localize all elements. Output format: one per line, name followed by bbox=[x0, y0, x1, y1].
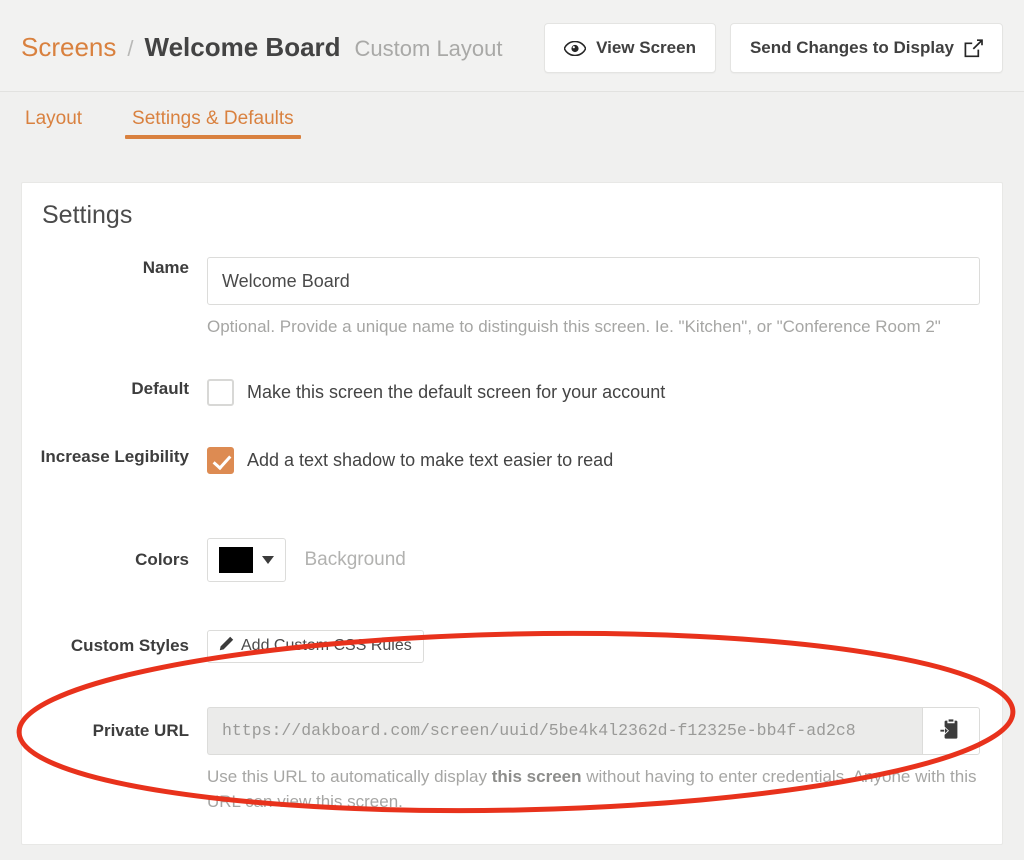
breadcrumb-link-screens[interactable]: Screens bbox=[21, 32, 116, 63]
breadcrumb: Screens / Welcome Board Custom Layout bbox=[21, 32, 503, 63]
form-row-colors: Colors Background bbox=[22, 537, 1002, 582]
send-changes-button[interactable]: Send Changes to Display bbox=[729, 23, 1003, 73]
page-header: Screens / Welcome Board Custom Layout Vi… bbox=[0, 0, 1024, 92]
colors-caption: Background bbox=[304, 548, 406, 570]
add-custom-css-rules-button[interactable]: Add Custom CSS Rules bbox=[207, 629, 424, 663]
view-screen-label: View Screen bbox=[596, 38, 696, 57]
pencil-icon bbox=[219, 636, 234, 656]
header-actions: View Screen Send Changes to Display bbox=[544, 23, 1003, 73]
tab-settings-and-defaults-label: Settings & Defaults bbox=[132, 108, 294, 129]
tab-layout-label: Layout bbox=[25, 108, 83, 129]
view-screen-button[interactable]: View Screen bbox=[544, 23, 716, 73]
form-row-custom-styles: Custom Styles Add Custom CSS Rules bbox=[22, 629, 1002, 663]
private-url-helper-part1: Use this URL to automatically display bbox=[207, 766, 492, 786]
settings-form: Name Optional. Provide a unique name to … bbox=[22, 257, 1002, 815]
page-title: Welcome Board bbox=[144, 32, 341, 62]
form-row-name: Name Optional. Provide a unique name to … bbox=[22, 257, 1002, 340]
external-link-icon bbox=[964, 38, 983, 58]
copy-to-clipboard-button[interactable] bbox=[922, 706, 980, 755]
default-checkbox[interactable] bbox=[207, 378, 234, 406]
background-color-picker[interactable] bbox=[207, 537, 286, 582]
default-checkbox-label: Make this screen the default screen for … bbox=[247, 381, 666, 402]
page-subtitle: Custom Layout bbox=[354, 36, 503, 61]
form-row-default: Default Make this screen the default scr… bbox=[22, 378, 1002, 407]
form-row-private-url: Private URL https://dakboard.com/screen/… bbox=[22, 706, 1002, 815]
name-label: Name bbox=[142, 258, 189, 277]
add-custom-css-rules-label: Add Custom CSS Rules bbox=[241, 637, 412, 654]
private-url-helper-bold: this screen bbox=[491, 766, 582, 786]
colors-label: Colors bbox=[135, 549, 189, 569]
increase-legibility-checkbox[interactable] bbox=[207, 446, 234, 474]
send-changes-label: Send Changes to Display bbox=[749, 38, 954, 57]
clipboard-icon bbox=[939, 717, 963, 744]
settings-card: Settings Name Optional. Provide a unique… bbox=[21, 182, 1003, 845]
tab-settings-and-defaults[interactable]: Settings & Defaults bbox=[125, 92, 301, 142]
eye-icon bbox=[564, 40, 587, 56]
increase-legibility-label: Increase Legibility bbox=[40, 446, 189, 466]
private-url-helper-text: Use this URL to automatically display th… bbox=[207, 764, 977, 815]
chevron-down-icon bbox=[262, 555, 274, 564]
tab-layout[interactable]: Layout bbox=[21, 92, 86, 142]
default-label: Default bbox=[131, 378, 189, 398]
settings-heading: Settings bbox=[42, 201, 133, 229]
breadcrumb-separator: / bbox=[127, 36, 134, 61]
name-input[interactable] bbox=[207, 257, 980, 305]
private-url-label: Private URL bbox=[92, 720, 189, 740]
tab-bar: Layout Settings & Defaults bbox=[0, 92, 1024, 154]
private-url-input[interactable] bbox=[207, 706, 922, 755]
name-helper-text: Optional. Provide a unique name to disti… bbox=[207, 317, 941, 336]
increase-legibility-checkbox-label: Add a text shadow to make text easier to… bbox=[247, 449, 614, 470]
color-swatch bbox=[219, 546, 253, 573]
private-url-input-group bbox=[207, 706, 980, 755]
custom-styles-label: Custom Styles bbox=[70, 636, 189, 656]
form-row-increase-legibility: Increase Legibility Add a text shadow to… bbox=[22, 446, 1002, 475]
